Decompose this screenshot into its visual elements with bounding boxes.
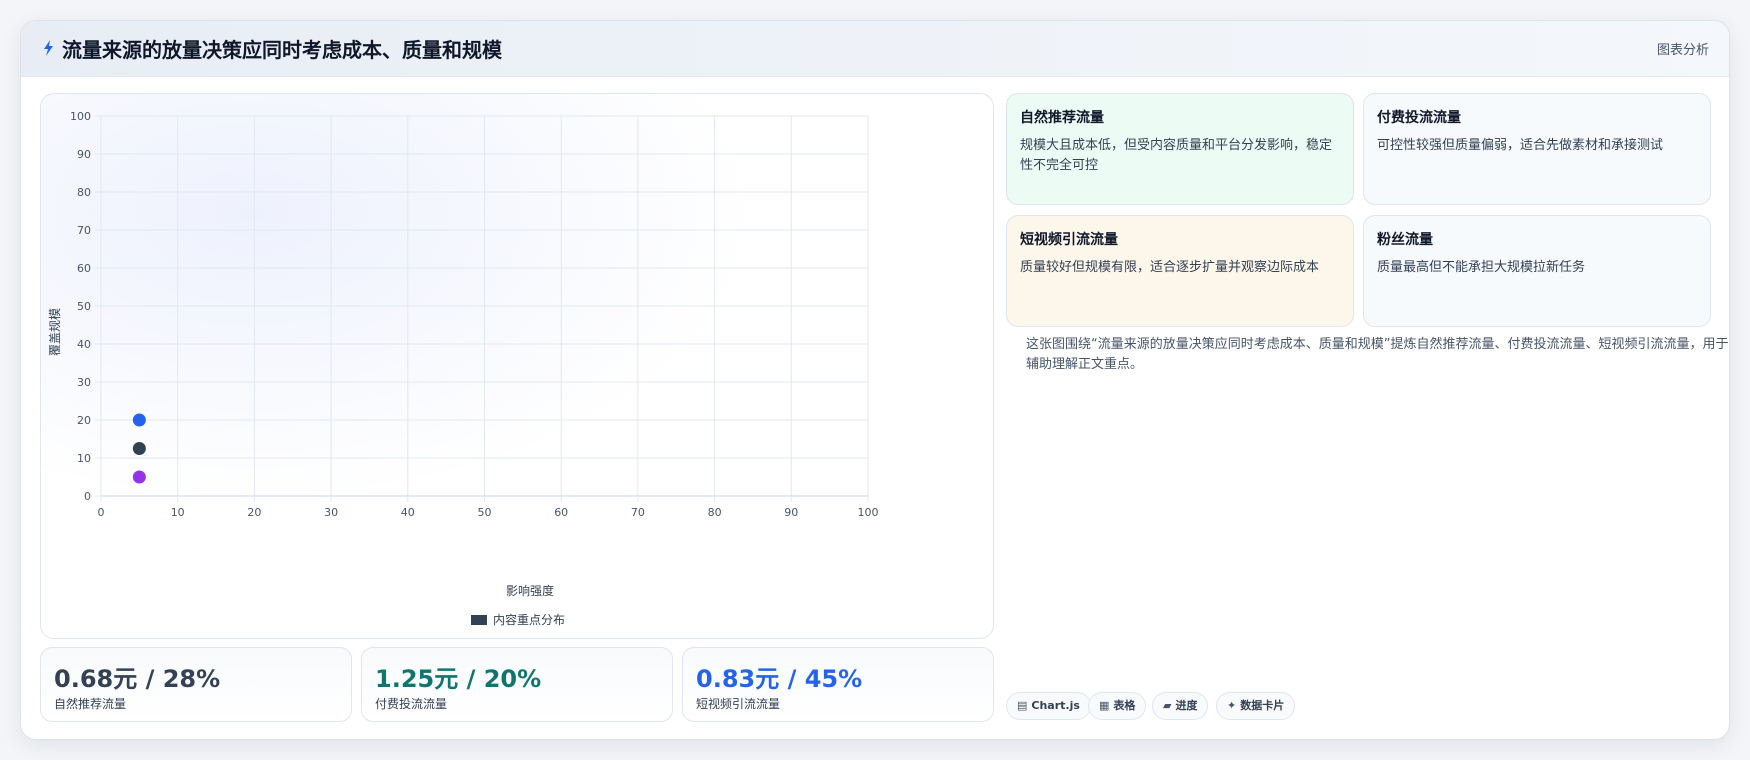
chart-analysis-label: 图表分析 [1656,43,1709,58]
tag-label: 表格 [1113,699,1136,712]
card-title: 自然推荐流量 [1020,110,1104,126]
analysis-panel: 流量来源的放量决策应同时考虑成本、质量和规模 图表分析 0 10 20 30 40 50 6… [20,20,1730,740]
stat-label: 短视频引流流量 [696,697,781,711]
panel-header: 流量来源的放量决策应同时考虑成本、质量和规模 图表分析 [21,21,1729,77]
stat-card: 0.83元 / 45% 短视频引流流量 [682,647,994,722]
tag-table[interactable]: ▦ 表格 [1088,692,1147,720]
x-tick-label: 60 [554,506,568,519]
table-icon: ▦ [1099,699,1110,712]
y-tick-label: 90 [77,148,91,161]
x-tick-label: 30 [324,506,338,519]
y-tick-label: 40 [77,338,91,351]
tag-data-card[interactable]: ✦ 数据卡片 [1216,692,1296,720]
y-tick-label: 100 [70,110,91,123]
stat-value: 1.25元 / 20% [375,665,542,693]
chart-card: 0 10 20 30 40 50 60 70 80 90 100 0 10 20 30 40 50 60 70 80 9… [40,93,994,639]
y-axis-label: 覆盖规模 [47,308,62,356]
source-card-natural: 自然推荐流量 规模大且成本低，但受内容质量和平台分发影响，稳定性不完全可控 [1006,93,1354,205]
x-tick-label: 90 [784,506,798,519]
source-card-short-video: 短视频引流流量 质量较好但规模有限，适合逐步扩量并观察边际成本 [1006,215,1354,327]
progress-icon: ▰ [1163,699,1172,712]
y-tick-label: 20 [77,414,91,427]
sparkle-icon: ✦ [1227,699,1237,712]
x-tick-label: 50 [478,506,492,519]
source-card-paid: 付费投流流量 可控性较强但质量偏弱，适合先做素材和承接测试 [1363,93,1711,205]
x-tick-label: 20 [247,506,261,519]
chart-description: 这张图围绕“流量来源的放量决策应同时考虑成本、质量和规模”提炼自然推荐流量、付费… [1026,337,1729,372]
lightning-icon [44,40,53,56]
y-tick-label: 80 [77,186,91,199]
card-desc: 规模大且成本低，但受内容质量和平台分发影响，稳定性不完全可控 [1020,138,1333,173]
page-title: 流量来源的放量决策应同时考虑成本、质量和规模 [62,38,502,62]
scatter-point[interactable] [132,413,146,427]
stat-card: 0.68元 / 28% 自然推荐流量 [40,647,352,722]
tag-label: Chart.js [1031,699,1080,712]
scatter-point[interactable] [132,470,146,484]
x-tick-label: 70 [631,506,645,519]
y-tick-label: 0 [84,490,91,503]
stat-value: 0.68元 / 28% [54,665,221,693]
tag-label: 进度 [1175,699,1198,712]
x-tick-label: 40 [401,506,415,519]
y-tick-label: 50 [77,300,91,313]
y-tick-label: 60 [77,262,91,275]
card-title: 短视频引流流量 [1020,232,1118,248]
card-desc: 质量较好但规模有限，适合逐步扩量并观察边际成本 [1020,260,1320,275]
y-tick-label: 70 [77,224,91,237]
legend-label[interactable]: 内容重点分布 [493,612,565,627]
tag-label: 数据卡片 [1240,699,1285,712]
card-desc: 质量最高但不能承担大规模拉新任务 [1377,260,1586,275]
card-title: 粉丝流量 [1377,232,1433,248]
x-tick-label: 0 [98,506,105,519]
card-title: 付费投流流量 [1377,110,1461,126]
chart-icon: ▤ [1017,699,1028,712]
x-axis-label: 影响强度 [506,583,554,598]
stat-label: 付费投流流量 [375,697,448,711]
x-tick-label: 100 [858,506,879,519]
y-tick-label: 10 [77,452,91,465]
legend-swatch[interactable] [471,615,487,625]
stat-label: 自然推荐流量 [54,697,127,711]
x-tick-label: 80 [708,506,722,519]
x-tick-label: 10 [171,506,185,519]
stat-card: 1.25元 / 20% 付费投流流量 [361,647,673,722]
source-card-fans: 粉丝流量 质量最高但不能承担大规模拉新任务 [1363,215,1711,327]
scatter-point[interactable] [132,442,146,455]
card-desc: 可控性较强但质量偏弱，适合先做素材和承接测试 [1377,138,1664,153]
y-tick-label: 30 [77,376,91,389]
tag-progress[interactable]: ▰ 进度 [1152,692,1209,720]
scatter-chart: 0 10 20 30 40 50 60 70 80 90 100 0 10 20 30 40 50 60 70 80 9… [47,110,879,627]
stat-value: 0.83元 / 45% [696,665,863,693]
tag-chartjs[interactable]: ▤ Chart.js [1006,692,1091,720]
